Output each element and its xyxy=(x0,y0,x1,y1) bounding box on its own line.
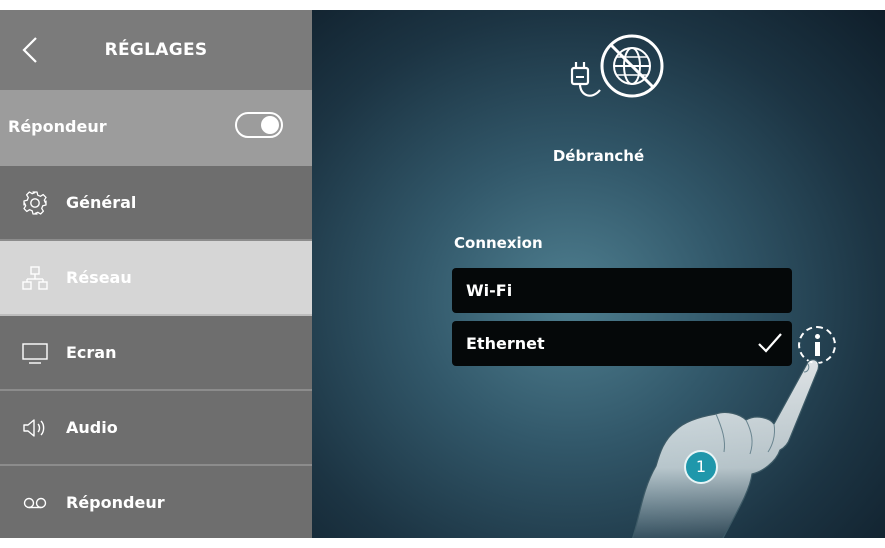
sidebar-item-screen[interactable]: Ecran xyxy=(0,316,312,391)
sidebar-item-network[interactable]: Réseau xyxy=(0,241,312,316)
info-icon xyxy=(815,334,820,339)
answering-machine-toggle[interactable] xyxy=(235,112,283,138)
speaker-icon xyxy=(23,419,45,437)
monitor-icon xyxy=(22,343,48,364)
pointing-hand-illustration xyxy=(631,359,820,538)
sidebar-item-label: Réseau xyxy=(66,268,132,287)
screen-frame: RÉGLAGES Répondeur Général Réseau Ecran … xyxy=(0,10,885,538)
wifi-option[interactable]: Wi-Fi xyxy=(452,268,792,313)
sidebar-item-answering-machine[interactable]: Répondeur xyxy=(0,466,312,538)
network-panel: Débranché Connexion Wi-Fi Ethernet 1 xyxy=(312,10,885,538)
sidebar-header: RÉGLAGES xyxy=(0,10,312,90)
sidebar-item-label: Ecran xyxy=(66,343,117,362)
option-label: Wi-Fi xyxy=(466,281,513,300)
connection-section-label: Connexion xyxy=(454,234,543,252)
sidebar-item-label: Général xyxy=(66,193,137,212)
gear-icon xyxy=(23,191,47,215)
sidebar-item-label: Répondeur xyxy=(66,493,165,512)
toggle-knob xyxy=(261,116,279,134)
sidebar-item-label: Audio xyxy=(66,418,118,437)
option-label: Ethernet xyxy=(466,334,545,353)
voicemail-icon xyxy=(23,497,47,509)
ethernet-disconnected-icon xyxy=(570,34,664,98)
sidebar-item-general[interactable]: Général xyxy=(0,166,312,241)
sidebar-item-audio[interactable]: Audio xyxy=(0,391,312,466)
answering-machine-label: Répondeur xyxy=(8,117,107,136)
page-title: RÉGLAGES xyxy=(104,40,208,60)
step-number-badge: 1 xyxy=(684,450,718,484)
settings-sidebar: RÉGLAGES Répondeur Général Réseau Ecran … xyxy=(0,10,312,538)
network-icon xyxy=(22,266,48,290)
connection-status: Débranché xyxy=(552,147,645,165)
